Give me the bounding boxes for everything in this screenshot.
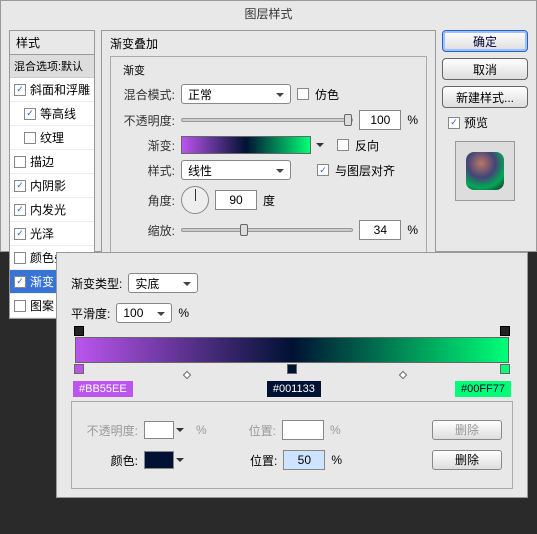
style-checkbox[interactable]: ✓: [14, 228, 26, 240]
color-stop-3[interactable]: [500, 364, 510, 374]
stop-opacity-swatch[interactable]: [144, 421, 174, 439]
style-row-1[interactable]: ✓ 等高线: [10, 102, 94, 126]
reverse-checkbox[interactable]: [337, 139, 349, 151]
gradient-label: 渐变:: [119, 137, 175, 154]
opacity-input[interactable]: 100: [359, 110, 401, 130]
style-checkbox[interactable]: ✓: [14, 204, 26, 216]
pct-label: %: [407, 113, 418, 127]
stop-opacity-pos-input[interactable]: [282, 420, 324, 440]
style-select[interactable]: 线性: [181, 160, 291, 180]
style-label: 内发光: [30, 201, 66, 218]
style-label: 纹理: [40, 129, 64, 146]
style-checkbox[interactable]: ✓: [14, 180, 26, 192]
style-checkbox[interactable]: ✓: [14, 84, 26, 96]
align-checkbox[interactable]: ✓: [317, 164, 329, 176]
opacity-stop-left[interactable]: [74, 326, 84, 336]
style-label: 渐变: [30, 273, 54, 290]
stop-color-position-label: 位置:: [250, 452, 277, 469]
ok-button[interactable]: 确定: [442, 30, 528, 52]
cancel-button[interactable]: 取消: [442, 58, 528, 80]
style-label: 图案: [30, 297, 54, 314]
stop-tag-2: #001133: [267, 381, 321, 397]
dialog-title: 图层样式: [1, 1, 536, 26]
gradient-swatch[interactable]: [181, 136, 311, 154]
preview-checkbox[interactable]: ✓: [448, 117, 460, 129]
style-checkbox[interactable]: [24, 132, 36, 144]
style-row-4[interactable]: ✓ 内阴影: [10, 174, 94, 198]
style-checkbox[interactable]: ✓: [14, 276, 26, 288]
style-label: 样式:: [119, 162, 175, 179]
style-label: 光泽: [30, 225, 54, 242]
stop-tag-1: #BB55EE: [73, 381, 133, 397]
smoothness-label: 平滑度:: [71, 305, 110, 322]
styles-header[interactable]: 样式: [10, 31, 94, 55]
opacity-label: 不透明度:: [119, 112, 175, 129]
gradient-editor-panel: 渐变类型: 实底 平滑度: 100 % #BB55EE #001133 #00F…: [56, 252, 528, 498]
blendmode-label: 混合模式:: [119, 86, 175, 103]
stop-color-swatch[interactable]: [144, 451, 174, 469]
gradient-fieldset: 渐变 混合模式: 正常 仿色 不透明度: 100 % 渐变:: [110, 56, 427, 253]
stop-color-pos-input[interactable]: 50: [283, 450, 325, 470]
scale-slider[interactable]: [181, 228, 353, 232]
gradient-bar[interactable]: [75, 337, 509, 363]
midpoint-1[interactable]: [183, 371, 191, 379]
panel-title: 渐变叠加: [110, 35, 427, 54]
style-checkbox[interactable]: [14, 300, 26, 312]
angle-dial[interactable]: [181, 186, 209, 214]
color-stop-1[interactable]: [74, 364, 84, 374]
new-style-button[interactable]: 新建样式...: [442, 86, 528, 108]
style-checkbox[interactable]: ✓: [24, 108, 36, 120]
delete-color-stop-button[interactable]: 删除: [432, 450, 502, 470]
style-label: 等高线: [40, 105, 76, 122]
style-checkbox[interactable]: [14, 252, 26, 264]
color-stop-2[interactable]: [287, 364, 297, 374]
smoothness-input[interactable]: 100: [116, 303, 172, 323]
fieldset-legend: 渐变: [119, 62, 149, 78]
dither-checkbox[interactable]: [297, 88, 309, 100]
angle-input[interactable]: 90: [215, 190, 257, 210]
dither-label: 仿色: [315, 86, 339, 103]
align-label: 与图层对齐: [335, 162, 395, 179]
pct-label-2: %: [407, 223, 418, 237]
delete-opacity-stop-button[interactable]: 删除: [432, 420, 502, 440]
style-row-5[interactable]: ✓ 内发光: [10, 198, 94, 222]
reverse-label: 反向: [355, 137, 379, 154]
stop-color-label: 颜色:: [82, 452, 138, 469]
blendmode-select[interactable]: 正常: [181, 84, 291, 104]
style-row-0[interactable]: ✓ 斜面和浮雕: [10, 78, 94, 102]
blend-options-header[interactable]: 混合选项:默认: [10, 55, 94, 78]
style-label: 斜面和浮雕: [30, 81, 90, 98]
deg-label: 度: [263, 192, 275, 209]
stop-position-label: 位置:: [249, 422, 276, 439]
midpoint-2[interactable]: [399, 371, 407, 379]
scale-label: 缩放:: [119, 222, 175, 239]
stop-tag-3: #00FF77: [455, 381, 511, 397]
pct-label-3: %: [178, 306, 189, 320]
opacity-slider[interactable]: [181, 118, 353, 122]
gradient-type-label: 渐变类型:: [71, 275, 122, 292]
style-row-2[interactable]: 纹理: [10, 126, 94, 150]
style-label: 描边: [30, 153, 54, 170]
style-checkbox[interactable]: [14, 156, 26, 168]
style-row-6[interactable]: ✓ 光泽: [10, 222, 94, 246]
scale-input[interactable]: 34: [359, 220, 401, 240]
gradient-type-select[interactable]: 实底: [128, 273, 198, 293]
preview-thumbnail: [455, 141, 515, 201]
style-label: 内阴影: [30, 177, 66, 194]
opacity-stop-right[interactable]: [500, 326, 510, 336]
stop-opacity-label: 不透明度:: [82, 422, 138, 439]
stops-box: 不透明度: % 位置: % 删除 颜色: 位置: 50 % 删除: [71, 401, 513, 489]
layer-style-dialog: 图层样式 样式 混合选项:默认 ✓ 斜面和浮雕 ✓ 等高线纹理描边 ✓ 内阴影 ✓ 内发光 ✓ 光…: [0, 0, 537, 252]
angle-label: 角度:: [119, 192, 175, 209]
style-row-3[interactable]: 描边: [10, 150, 94, 174]
preview-label: 预览: [464, 114, 488, 131]
